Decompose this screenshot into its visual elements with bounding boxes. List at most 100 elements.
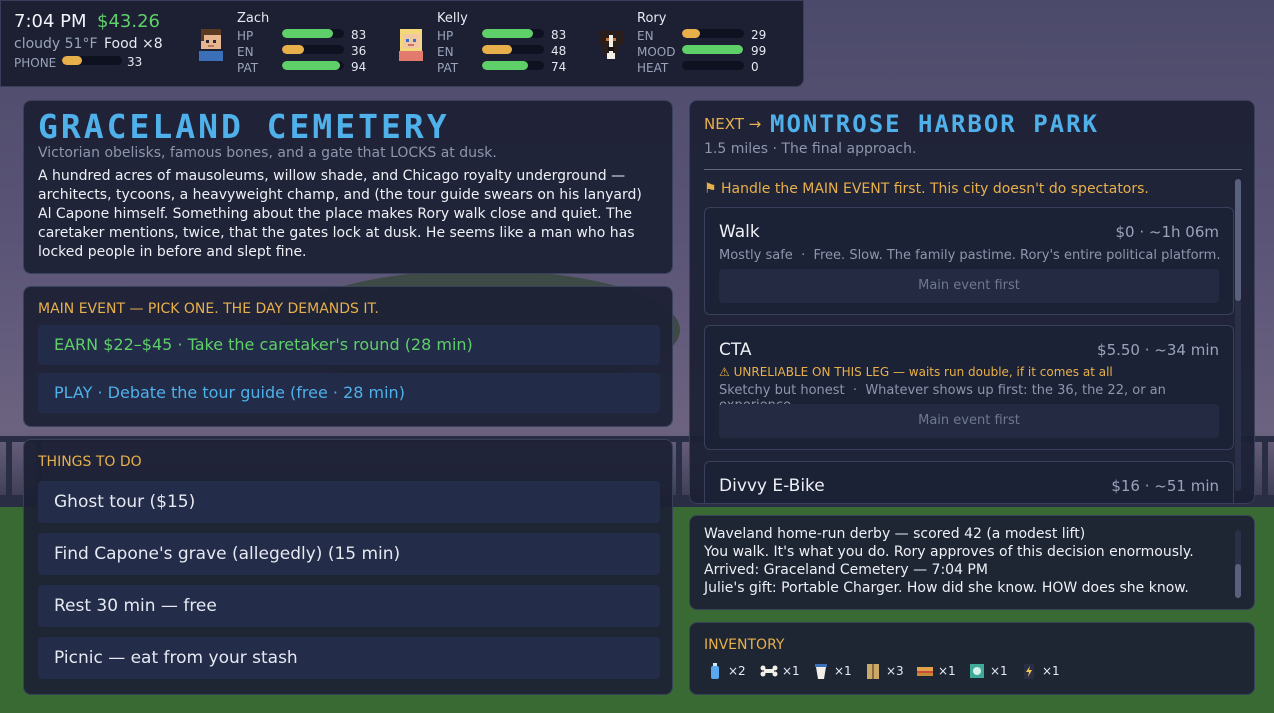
log-line: Julie's gift: Portable Charger. How did … [704, 580, 1189, 596]
zach-hp-value: 83 [351, 28, 367, 42]
rory-heat-value: 0 [751, 60, 759, 74]
main-event-warning: ⚑ Handle the MAIN EVENT first. This city… [704, 181, 1149, 197]
item-count: ×2 [728, 664, 746, 678]
kelly-en-value: 48 [551, 44, 567, 58]
log-line: You walk. It's what you do. Rory approve… [704, 544, 1194, 560]
sandwich-icon [917, 667, 933, 676]
routes-scroll-thumb[interactable] [1235, 179, 1241, 301]
location-title: GRACELAND CEMETERY [38, 107, 450, 146]
kelly-stat-label: PAT [437, 61, 459, 75]
route-walk[interactable]: Walk $0 · ~1h 06m Mostly safe · Free. Sl… [704, 207, 1234, 315]
money-balance: $43.26 [97, 11, 160, 32]
zach-en-bar [282, 45, 344, 54]
route-safety: Mostly safe [719, 248, 793, 263]
rory-mood-bar [682, 45, 744, 54]
main-event-panel: MAIN EVENT — PICK ONE. THE DAY DEMANDS I… [23, 286, 673, 427]
rory-mood-fill [682, 45, 744, 54]
log-line: Waveland home-run derby — scored 42 (a m… [704, 526, 1086, 542]
girl-portrait-icon [397, 29, 425, 61]
inventory-item[interactable]: ×1 [812, 661, 852, 681]
kelly-hp-fill [482, 29, 534, 38]
coffee-cup-icon [815, 664, 827, 679]
item-count: ×1 [990, 664, 1008, 678]
inventory-item[interactable]: ×3 [864, 661, 904, 681]
main-event-warning-text: Handle the MAIN EVENT first. This city d… [721, 181, 1149, 197]
location-description: A hundred acres of mausoleums, willow sh… [38, 168, 642, 260]
location-subtitle: Victorian obelisks, famous bones, and a … [38, 145, 497, 161]
earn-option-button[interactable]: EARN $22–$45 · Take the caretaker's roun… [38, 325, 660, 365]
rory-stat-label: HEAT [637, 61, 669, 75]
log-line: Arrived: Graceland Cemetery — 7:04 PM [704, 562, 988, 578]
activity-rest[interactable]: Rest 30 min — free [38, 585, 660, 627]
inventory-panel: INVENTORY ×2 ×1 ×1 ×3 ×1 ×1 ×1 [689, 622, 1255, 695]
charger-icon [1024, 664, 1034, 679]
phone-label: PHONE [14, 56, 57, 70]
route-cost: $16 · ~51 min [1111, 477, 1219, 495]
weather-status: cloudy 51°F [14, 36, 98, 52]
next-destination-panel: NEXT → MONTROSE HARBOR PARK 1.5 miles · … [689, 100, 1255, 504]
box-icon [867, 664, 879, 679]
kelly-en-fill [482, 45, 512, 54]
kelly-pat-bar [482, 61, 544, 70]
inventory-item[interactable]: ×2 [706, 661, 746, 681]
log-scrollbar[interactable] [1235, 530, 1241, 598]
things-to-do-header: THINGS TO DO [38, 454, 142, 470]
kelly-pat-fill [482, 61, 528, 70]
inventory-header: INVENTORY [704, 637, 785, 653]
location-panel: GRACELAND CEMETERY Victorian obelisks, f… [23, 100, 673, 274]
route-safety: Sketchy but honest [719, 383, 845, 398]
kelly-hp-bar [482, 29, 544, 38]
rory-stat-label: EN [637, 29, 654, 43]
item-count: ×1 [1042, 664, 1060, 678]
main-event-first-button[interactable]: Main event first [719, 404, 1219, 438]
kelly-stat-label: HP [437, 29, 454, 43]
zach-hp-fill [282, 29, 334, 38]
phone-battery-value: 33 [127, 55, 143, 69]
character-name-kelly: Kelly [437, 11, 468, 26]
phone-battery-bar [62, 56, 122, 65]
item-count: ×1 [938, 664, 956, 678]
inventory-item[interactable]: ×1 [1020, 661, 1060, 681]
status-hud: 7:04 PM $43.26 cloudy 51°F Food ×8 PHONE… [0, 0, 804, 87]
route-warning-text: UNRELIABLE ON THIS LEG — waits run doubl… [733, 365, 1113, 379]
main-event-first-button[interactable]: Main event first [719, 269, 1219, 303]
kelly-en-bar [482, 45, 544, 54]
character-name-zach: Zach [237, 11, 270, 26]
event-log-panel: Waveland home-run derby — scored 42 (a m… [689, 515, 1255, 610]
dog-portrait-icon [597, 29, 625, 61]
separator-dot: · [796, 248, 814, 263]
rory-heat-bar [682, 61, 744, 70]
clock-time: 7:04 PM [14, 11, 87, 32]
item-count: ×1 [834, 664, 852, 678]
flag-icon: ⚑ [704, 181, 717, 197]
log-scroll-thumb[interactable] [1235, 564, 1241, 598]
next-distance: 1.5 miles · The final approach. [704, 141, 917, 157]
zach-en-value: 36 [351, 44, 367, 58]
zach-hp-bar [282, 29, 344, 38]
main-event-header: MAIN EVENT — PICK ONE. THE DAY DEMANDS I… [38, 301, 379, 317]
zach-pat-fill [282, 61, 341, 70]
route-name: CTA [719, 340, 752, 360]
inventory-item[interactable]: ×1 [968, 661, 1008, 681]
activity-picnic[interactable]: Picnic — eat from your stash [38, 637, 660, 679]
kelly-hp-value: 83 [551, 28, 567, 42]
zach-pat-value: 94 [351, 60, 367, 74]
route-cta[interactable]: CTA $5.50 · ~34 min ⚠ UNRELIABLE ON THIS… [704, 325, 1234, 450]
boy-portrait-icon [197, 29, 225, 61]
item-count: ×3 [886, 664, 904, 678]
activity-capone-grave[interactable]: Find Capone's grave (allegedly) (15 min) [38, 533, 660, 575]
routes-scrollbar[interactable] [1235, 179, 1241, 491]
route-name: Divvy E-Bike [719, 476, 825, 496]
inventory-item[interactable]: ×1 [760, 661, 800, 681]
play-option-button[interactable]: PLAY · Debate the tour guide (free · 28 … [38, 373, 660, 413]
kelly-stat-label: EN [437, 45, 454, 59]
item-count: ×1 [782, 664, 800, 678]
route-divvy-ebike[interactable]: Divvy E-Bike $16 · ~51 min [704, 461, 1234, 503]
inventory-item[interactable]: ×1 [916, 661, 956, 681]
kelly-pat-value: 74 [551, 60, 567, 74]
activity-ghost-tour[interactable]: Ghost tour ($15) [38, 481, 660, 523]
route-cost: $0 · ~1h 06m [1115, 223, 1219, 241]
water-bottle-icon [711, 663, 719, 679]
zach-stat-label: PAT [237, 61, 259, 75]
zach-pat-bar [282, 61, 344, 70]
